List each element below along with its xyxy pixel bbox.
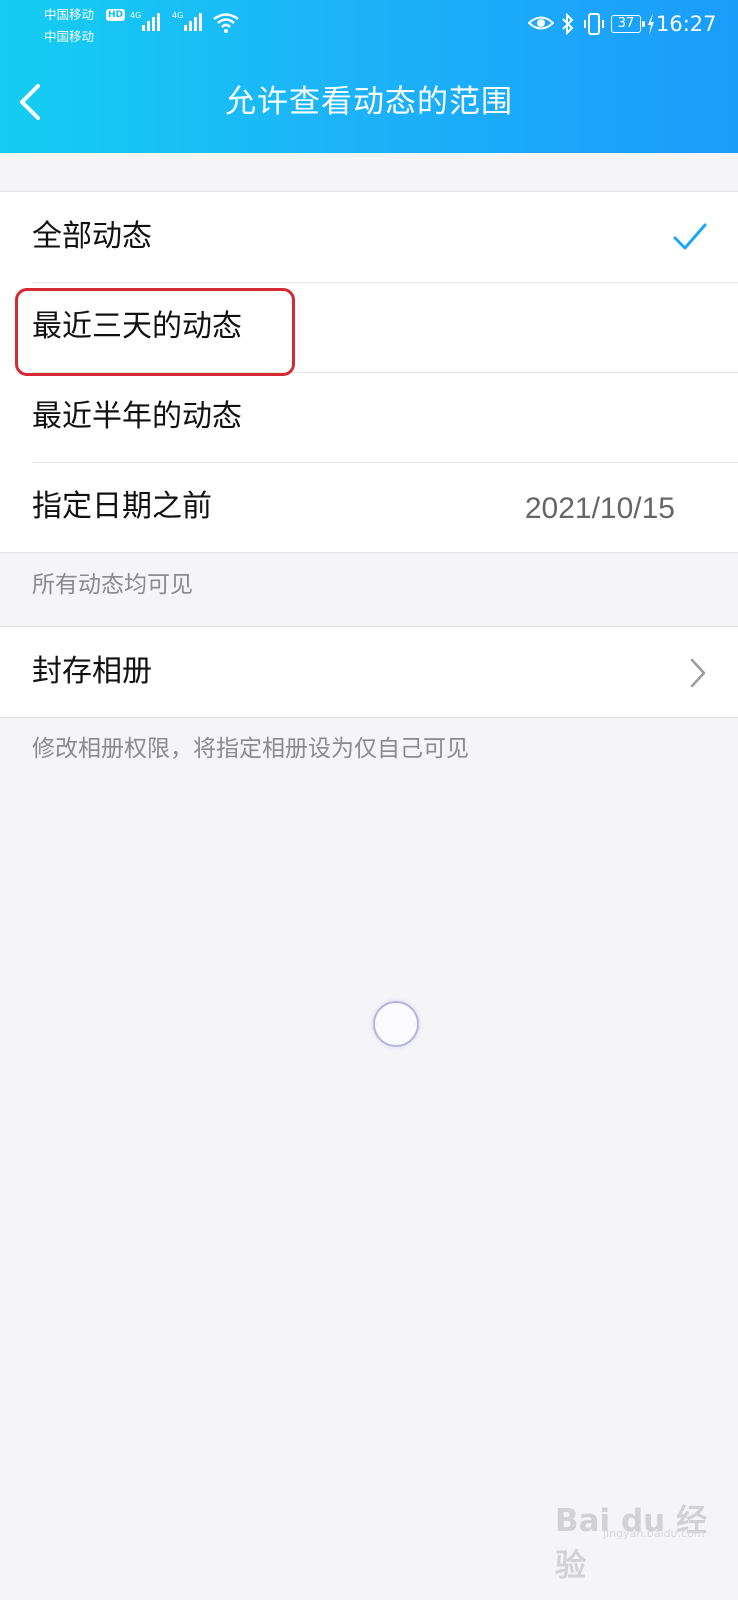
status-icons: 37 16:27 (528, 10, 728, 40)
archive-group: 封存相册 (0, 626, 738, 718)
loading-spinner (373, 1001, 419, 1047)
scope-footnote: 所有动态均可见 (32, 572, 193, 598)
wifi-icon (213, 13, 239, 33)
watermark-brand: Bai du 经验 (555, 1503, 708, 1584)
option-label: 全部动态 (32, 219, 152, 254)
watermark: Bai du 经验 jingyan.baidu.com (555, 1487, 735, 1584)
hd-badge: HD (106, 9, 126, 21)
option-before-date[interactable]: 指定日期之前 2021/10/15 (0, 462, 738, 552)
annotation-highlight-box (15, 288, 295, 376)
selected-date[interactable]: 2021/10/15 (525, 489, 675, 529)
carrier-name-2: 中国移动 (44, 29, 95, 44)
status-time: 16:27 (656, 12, 717, 36)
watermark-url: jingyan.baidu.com (603, 1527, 705, 1540)
vibrate-icon (584, 13, 604, 35)
page-title: 允许查看动态的范围 (225, 84, 513, 120)
option-label: 最近半年的动态 (32, 399, 242, 434)
check-icon (673, 223, 707, 250)
chevron-right-icon (690, 658, 706, 688)
option-label: 指定日期之前 (32, 489, 212, 524)
archive-footnote: 修改相册权限，将指定相册设为仅自己可见 (32, 736, 469, 762)
battery-indicator: 37 (611, 15, 645, 33)
status-bar: 中国移动 中国移动 HD 4G 4G 37 16:27 (0, 0, 738, 50)
bluetooth-icon (562, 12, 574, 36)
carrier-name-1: 中国移动 (44, 7, 95, 22)
charging-icon (648, 13, 654, 35)
archive-albums-row[interactable]: 封存相册 (0, 627, 738, 717)
option-last-half-year[interactable]: 最近半年的动态 (0, 372, 738, 462)
app-header: 中国移动 中国移动 HD 4G 4G 37 16:27 允许查看动态的范围 (0, 0, 738, 153)
eye-icon (528, 16, 554, 30)
option-all-posts[interactable]: 全部动态 (0, 192, 738, 282)
archive-label: 封存相册 (32, 654, 152, 689)
